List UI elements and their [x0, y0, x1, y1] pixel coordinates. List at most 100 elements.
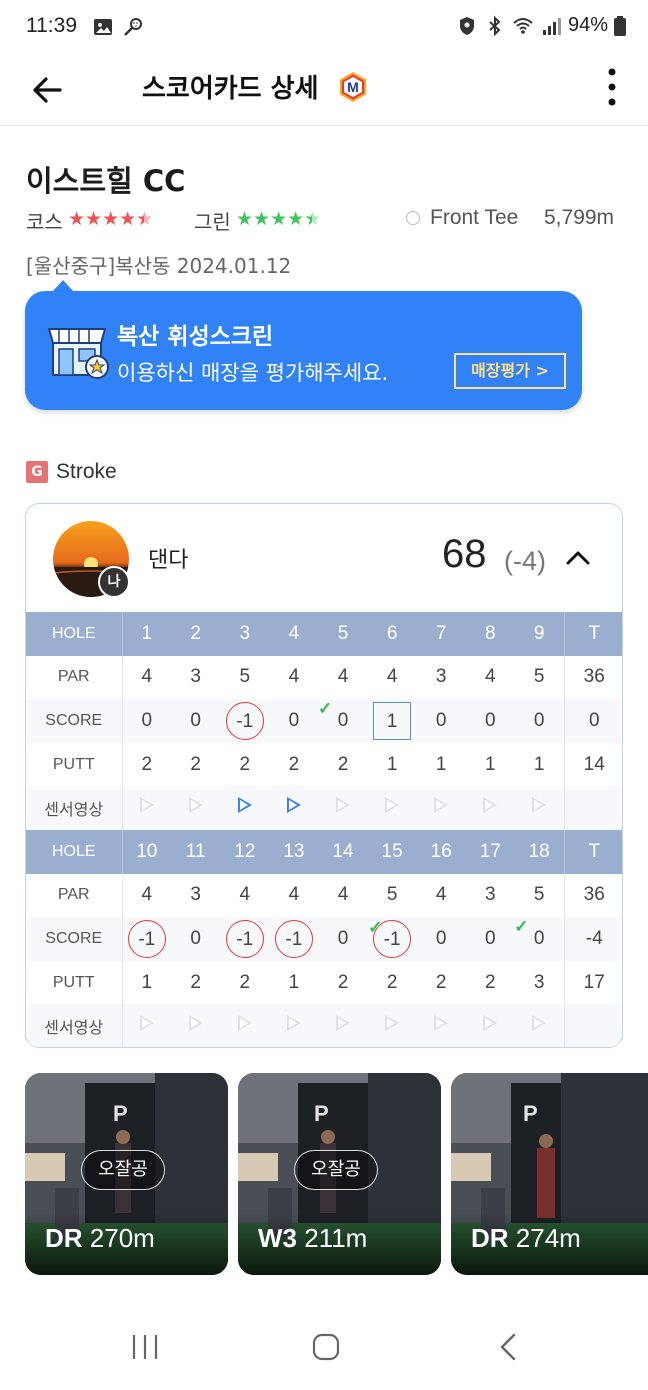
course-length: 5,799m	[544, 206, 615, 229]
store-review-button[interactable]: 매장평가 >	[454, 353, 566, 389]
score-value: 0	[141, 709, 153, 731]
par-value: 3	[190, 666, 201, 688]
back-nav-icon[interactable]	[496, 1332, 520, 1362]
club-name: DR	[45, 1223, 83, 1253]
status-time: 11:39	[26, 14, 77, 37]
putt-value: 2	[485, 971, 496, 993]
scorecard: 나 댄다 68 (-4) HOLE 1 2 3 4 5 6 7 8 9 T PAR 4 3 5 4 4 4 3 4 5 3…	[25, 503, 623, 1048]
green-rating-label: 그린	[194, 210, 231, 234]
par-value: 4	[288, 666, 300, 688]
putt-value: 2	[288, 753, 300, 775]
sensor-video-row: 센서영상	[26, 1004, 622, 1047]
star-icon: ★	[102, 208, 119, 230]
gallery-icon	[94, 19, 112, 35]
hole-number: 14	[318, 829, 368, 874]
player-name: 댄다	[148, 548, 189, 573]
total-score: 68	[442, 532, 487, 576]
hole-number: 7	[416, 612, 466, 656]
hole-number: 11	[171, 829, 221, 874]
more-options-icon[interactable]	[602, 66, 622, 108]
putt-value: 2	[386, 971, 398, 993]
chevron-up-icon[interactable]	[562, 542, 594, 574]
tee-color-dot	[406, 211, 420, 225]
play-icon	[385, 797, 400, 814]
putt-row: PUTT 1 2 2 1 2 2 2 2 3 17	[26, 960, 622, 1005]
score-value: 0	[190, 709, 201, 731]
status-bar: 11:39 94%	[0, 0, 648, 56]
club-name: DR	[471, 1223, 509, 1253]
par-value: 4	[337, 884, 349, 906]
star-icon: ★	[236, 208, 253, 230]
score-cell: 0 ✓	[318, 699, 368, 743]
wifi-icon	[513, 17, 533, 34]
shot-video-card[interactable]: P DR 274m	[451, 1073, 648, 1275]
putt-value: 2	[239, 971, 251, 993]
score-value: 0	[435, 709, 447, 731]
page-title: 스코어카드 상세	[142, 74, 319, 104]
star-icon: ★	[68, 208, 85, 230]
putt-value: 1	[288, 971, 300, 993]
store-review-banner[interactable]: 복산 휘성스크린 이용하신 매장을 평가해주세요. 매장평가 >	[25, 291, 582, 410]
par-value: 4	[141, 666, 153, 688]
hole-number: 12	[220, 829, 270, 874]
hole-number: 9	[514, 612, 564, 656]
score-cell: 0	[122, 699, 172, 743]
putt-total: 17	[563, 960, 622, 1005]
play-icon[interactable]	[237, 797, 252, 814]
hole-row: HOLE 10 11 12 13 14 15 16 17 18 T	[26, 829, 622, 874]
sensor-video-cell[interactable]	[269, 786, 319, 830]
putt-label: PUTT	[26, 742, 123, 787]
hole-number: 3	[220, 612, 270, 656]
play-icon	[385, 1015, 400, 1032]
hole-label: HOLE	[26, 829, 123, 874]
shot-video-card[interactable]: P 오잘공 W3 211m	[238, 1073, 441, 1275]
score-cell: 0	[318, 917, 368, 961]
score-label: SCORE	[26, 699, 123, 743]
signal-icon	[542, 17, 561, 35]
sensor-video-total	[563, 786, 622, 830]
putt-value: 2	[337, 753, 349, 775]
par-value: 4	[485, 666, 496, 688]
sensor-video-cell[interactable]	[220, 786, 270, 830]
par-total: 36	[563, 655, 622, 700]
check-icon: ✓	[368, 917, 383, 937]
par-value: 5	[533, 666, 545, 688]
bluetooth-icon	[489, 15, 501, 36]
score-label: SCORE	[26, 917, 123, 961]
sensor-video-cell	[367, 1004, 417, 1047]
putt-value: 2	[141, 753, 153, 775]
back-arrow-icon[interactable]	[28, 70, 68, 110]
sensor-video-cell	[220, 1004, 270, 1047]
star-icon: ★	[270, 208, 287, 230]
store-icon	[47, 328, 109, 379]
score-cell: -1	[269, 917, 319, 961]
score-cell: 0	[171, 699, 221, 743]
recent-apps-icon[interactable]	[130, 1333, 160, 1361]
putt-value: 1	[435, 753, 447, 775]
shot-video-card[interactable]: P 오잘공 DR 270m	[25, 1073, 228, 1275]
putt-label: PUTT	[26, 960, 123, 1005]
putt-value: 3	[533, 971, 545, 993]
shot-distance: 211m	[304, 1223, 368, 1253]
location-date: [울산중구]복산동 2024.01.12	[26, 254, 292, 278]
store-name: 복산 휘성스크린	[117, 324, 274, 350]
hole-row: HOLE 1 2 3 4 5 6 7 8 9 T	[26, 612, 622, 656]
putt-total: 14	[563, 742, 622, 787]
home-icon[interactable]	[311, 1332, 341, 1362]
score-value: 0 ✓	[318, 699, 362, 740]
play-icon[interactable]	[286, 797, 301, 814]
star-icon: ★	[287, 208, 304, 230]
score-value: 0	[435, 927, 447, 949]
par-value: 4	[239, 884, 251, 906]
par-value: 4	[386, 666, 398, 688]
score-value: -1	[127, 919, 166, 958]
tee-label: Front Tee	[430, 206, 519, 229]
putt-value: 2	[435, 971, 447, 993]
sensor-video-cell	[318, 1004, 368, 1047]
play-icon	[335, 1015, 350, 1032]
score-value: 0	[485, 927, 496, 949]
score-cell: 0	[171, 917, 221, 961]
par-value: 4	[288, 884, 300, 906]
play-icon	[188, 797, 203, 814]
score-cell: 0	[416, 699, 466, 743]
